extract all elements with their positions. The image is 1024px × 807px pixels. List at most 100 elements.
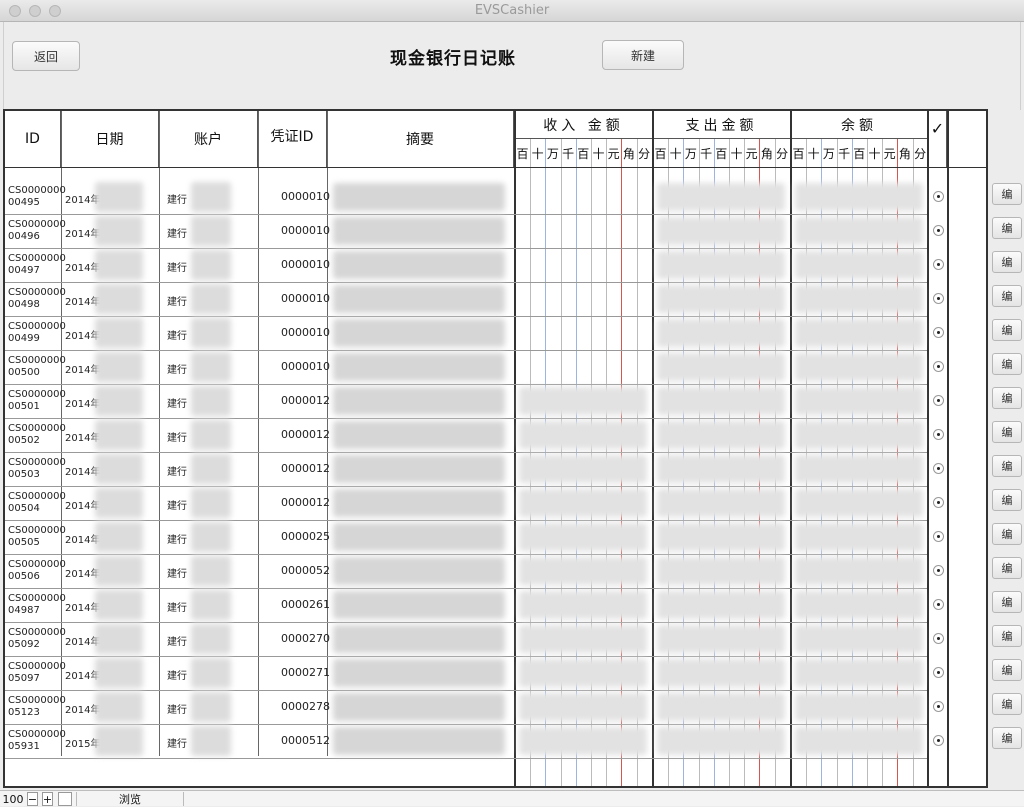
row-select-radio[interactable] (933, 735, 944, 746)
row-voucher-id: 0000012 (281, 462, 330, 475)
row-id-line2: 05931 (8, 741, 40, 752)
redacted-balance (795, 489, 923, 517)
redacted-income (519, 489, 647, 517)
edit-row-button[interactable]: 编 (992, 353, 1022, 375)
row-select-radio[interactable] (933, 395, 944, 406)
row-id-line2: 05123 (8, 707, 40, 718)
redacted-balance (795, 591, 923, 619)
row-divider (5, 622, 927, 623)
redacted-summary (333, 557, 505, 585)
redacted-date (95, 284, 143, 314)
redacted-expense (657, 455, 785, 483)
redacted-account (191, 556, 231, 586)
row-select-radio[interactable] (933, 497, 944, 508)
edit-row-button[interactable]: 编 (992, 693, 1022, 715)
redacted-date (95, 692, 143, 722)
edit-row-button[interactable]: 编 (992, 217, 1022, 239)
digit-header: 元 (745, 146, 758, 161)
redacted-summary (333, 251, 505, 279)
edit-row-button[interactable]: 编 (992, 251, 1022, 273)
header-voucher-id: 凭证ID (258, 111, 327, 167)
row-id-line1: CS0000000 (8, 219, 66, 230)
redacted-account (191, 624, 231, 654)
header-income-amount: 收入 金额 (515, 111, 652, 139)
row-select-radio[interactable] (933, 463, 944, 474)
redacted-balance (795, 455, 923, 483)
row-account: 建行 (167, 331, 187, 342)
row-select-radio[interactable] (933, 701, 944, 712)
row-select-radio[interactable] (933, 531, 944, 542)
redacted-expense (657, 523, 785, 551)
edit-row-button[interactable]: 编 (992, 183, 1022, 205)
edit-row-button[interactable]: 编 (992, 387, 1022, 409)
row-select-radio[interactable] (933, 599, 944, 610)
row-id-line1: CS0000000 (8, 457, 66, 468)
edit-row-button[interactable]: 编 (992, 591, 1022, 613)
edit-row-button[interactable]: 编 (992, 319, 1022, 341)
row-id-line1: CS0000000 (8, 423, 66, 434)
row-id-line1: CS0000000 (8, 695, 66, 706)
digit-header: 分 (776, 146, 789, 161)
redacted-income (519, 421, 647, 449)
row-select-radio[interactable] (933, 429, 944, 440)
row-id-line1: CS0000000 (8, 321, 66, 332)
row-id-line2: 00499 (8, 333, 40, 344)
row-select-radio[interactable] (933, 361, 944, 372)
row-select-radio[interactable] (933, 633, 944, 644)
edit-row-button[interactable]: 编 (992, 659, 1022, 681)
redacted-date (95, 624, 143, 654)
row-id-line1: CS0000000 (8, 627, 66, 638)
edit-row-button[interactable]: 编 (992, 523, 1022, 545)
row-voucher-id: 0000010 (281, 258, 330, 271)
row-divider (5, 588, 927, 589)
digit-header: 百 (654, 146, 667, 161)
layout-toggle-icon[interactable] (58, 792, 72, 806)
row-select-radio[interactable] (933, 293, 944, 304)
row-id-line2: 00501 (8, 401, 40, 412)
row-voucher-id: 0000271 (281, 666, 330, 679)
row-select-radio[interactable] (933, 259, 944, 270)
edit-row-button[interactable]: 编 (992, 625, 1022, 647)
digit-header: 元 (883, 146, 896, 161)
edit-row-button[interactable]: 编 (992, 489, 1022, 511)
row-select-radio[interactable] (933, 667, 944, 678)
grid-line (159, 111, 160, 756)
edit-row-button[interactable]: 编 (992, 421, 1022, 443)
row-divider (5, 690, 927, 691)
digit-header: 十 (592, 146, 605, 161)
row-account: 建行 (167, 501, 187, 512)
redacted-account (191, 590, 231, 620)
redacted-income (519, 455, 647, 483)
edit-row-button[interactable]: 编 (992, 727, 1022, 749)
redacted-summary (333, 183, 505, 211)
digit-header: 百 (792, 146, 805, 161)
digit-header: 角 (898, 146, 911, 161)
row-voucher-id: 0000010 (281, 190, 330, 203)
row-id-line2: 00505 (8, 537, 40, 548)
redacted-expense (657, 217, 785, 245)
row-id-line1: CS0000000 (8, 525, 66, 536)
row-select-radio[interactable] (933, 225, 944, 236)
edit-row-button[interactable]: 编 (992, 455, 1022, 477)
redacted-income (519, 557, 647, 585)
zoom-out-icon[interactable]: − (27, 792, 38, 806)
row-select-radio[interactable] (933, 327, 944, 338)
zoom-in-icon[interactable]: + (42, 792, 53, 806)
edit-row-button[interactable]: 编 (992, 557, 1022, 579)
digit-header: 千 (700, 146, 713, 161)
row-select-radio[interactable] (933, 191, 944, 202)
row-voucher-id: 0000012 (281, 394, 330, 407)
row-select-radio[interactable] (933, 565, 944, 576)
redacted-account (191, 250, 231, 280)
row-account: 建行 (167, 297, 187, 308)
redacted-expense (657, 421, 785, 449)
redacted-account (191, 420, 231, 450)
digit-header: 千 (838, 146, 851, 161)
mode-label[interactable]: 浏览 (76, 792, 184, 806)
redacted-date (95, 386, 143, 416)
redacted-date (95, 216, 143, 246)
grid-line (790, 111, 792, 786)
edit-row-button[interactable]: 编 (992, 285, 1022, 307)
redacted-date (95, 488, 143, 518)
redacted-account (191, 454, 231, 484)
